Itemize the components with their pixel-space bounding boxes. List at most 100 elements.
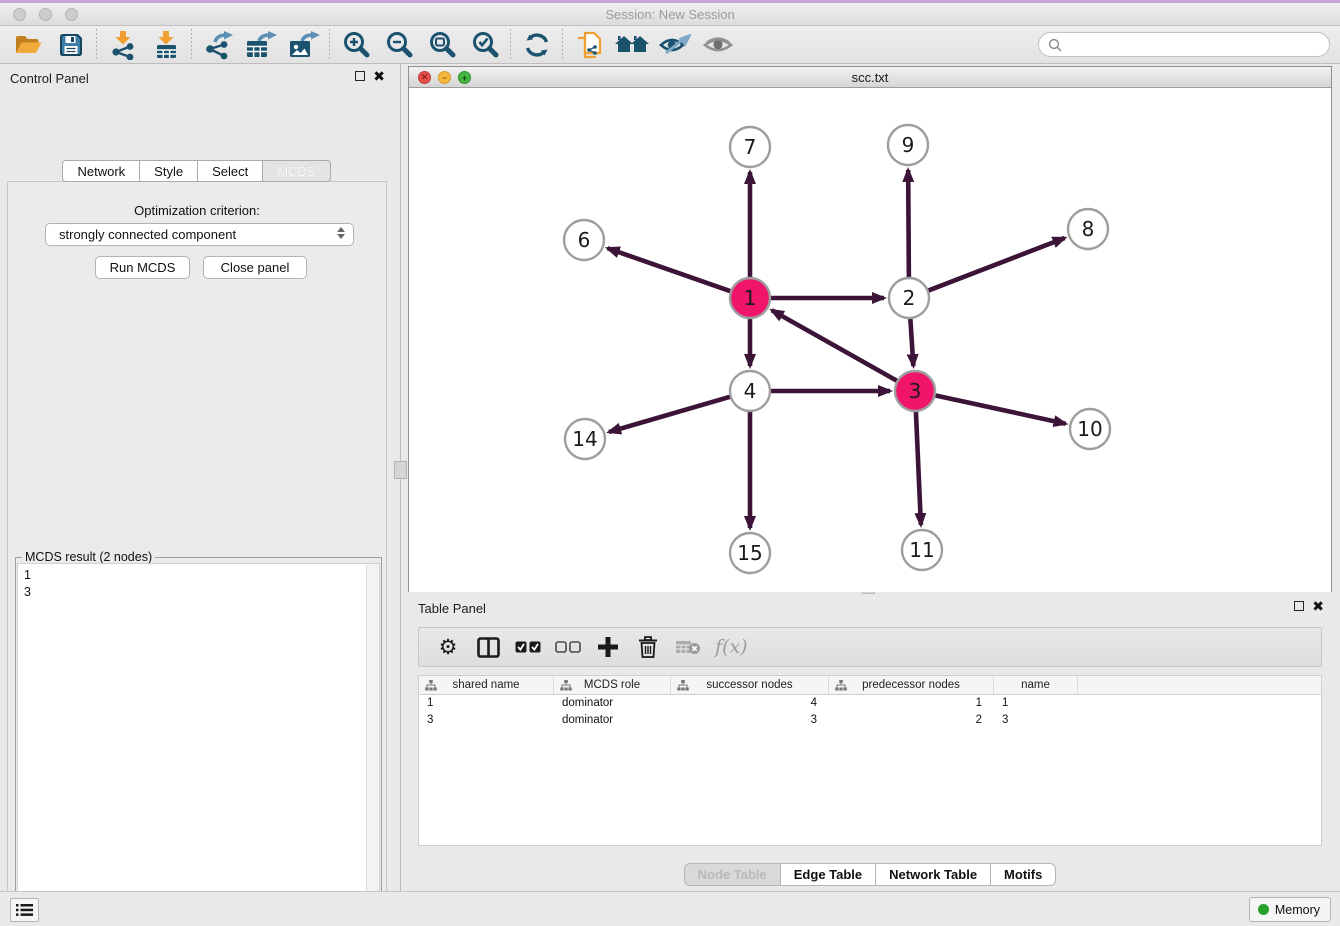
- copy-network-view-icon[interactable]: [567, 27, 610, 63]
- toolbar-separator: [96, 29, 97, 61]
- column-header-predecessor-nodes[interactable]: predecessor nodes: [829, 676, 994, 694]
- svg-text:11: 11: [909, 538, 934, 562]
- tab-style[interactable]: Style: [140, 160, 198, 182]
- table-cell[interactable]: 3: [994, 714, 1078, 726]
- function-builder-icon[interactable]: f(x): [715, 632, 748, 662]
- tab-network-table[interactable]: Network Table: [876, 863, 991, 886]
- graph-edge-3-10[interactable]: [935, 395, 1066, 423]
- import-table-icon[interactable]: [144, 27, 187, 63]
- table-row[interactable]: 3dominator323: [419, 712, 1321, 729]
- tab-network[interactable]: Network: [62, 160, 140, 182]
- run-mcds-button[interactable]: Run MCDS: [95, 256, 190, 279]
- tab-motifs[interactable]: Motifs: [991, 863, 1056, 886]
- float-table-panel-icon[interactable]: [1294, 601, 1304, 611]
- graph-node-4[interactable]: 4: [730, 371, 770, 411]
- search-icon: [1048, 38, 1062, 52]
- hide-graphics-details-icon[interactable]: [653, 27, 696, 63]
- column-header-shared-name[interactable]: shared name: [419, 676, 554, 694]
- graph-node-9[interactable]: 9: [888, 125, 928, 165]
- table-cell[interactable]: dominator: [554, 714, 671, 726]
- column-header-successor-nodes[interactable]: successor nodes: [671, 676, 829, 694]
- deselect-all-checkboxes-icon[interactable]: [555, 632, 581, 662]
- toolbar-separator: [329, 29, 330, 61]
- save-session-icon[interactable]: [49, 27, 92, 63]
- svg-text:10: 10: [1077, 417, 1102, 441]
- graph-edge-2-8[interactable]: [928, 238, 1065, 291]
- home-view-icon[interactable]: [610, 27, 653, 63]
- search-input[interactable]: [1067, 37, 1317, 52]
- memory-button[interactable]: Memory: [1249, 897, 1331, 922]
- zoom-fit-icon[interactable]: [420, 27, 463, 63]
- table-cell[interactable]: 3: [419, 714, 554, 726]
- column-header-name[interactable]: name: [994, 676, 1078, 694]
- table-cell[interactable]: 1: [994, 697, 1078, 709]
- close-table-panel-icon[interactable]: ✖: [1312, 601, 1324, 611]
- svg-text:9: 9: [902, 133, 915, 157]
- tab-edge-table[interactable]: Edge Table: [781, 863, 876, 886]
- table-cell[interactable]: 1: [829, 697, 994, 709]
- table-cell[interactable]: 1: [419, 697, 554, 709]
- zoom-out-icon[interactable]: [377, 27, 420, 63]
- graph-node-2[interactable]: 2: [889, 278, 929, 318]
- export-image-icon[interactable]: [282, 27, 325, 63]
- table-cell[interactable]: 2: [829, 714, 994, 726]
- delete-table-icon[interactable]: [675, 632, 701, 662]
- node-table[interactable]: shared nameMCDS rolesuccessor nodesprede…: [418, 675, 1322, 846]
- toggle-panel-columns-icon[interactable]: [475, 632, 501, 662]
- vertical-splitter-handle[interactable]: [394, 461, 407, 479]
- graph-node-8[interactable]: 8: [1068, 209, 1108, 249]
- graph-node-1[interactable]: 1: [730, 278, 770, 318]
- graph-node-14[interactable]: 14: [565, 419, 605, 459]
- export-table-icon[interactable]: [239, 27, 282, 63]
- float-panel-icon[interactable]: [355, 71, 365, 81]
- zoom-selected-icon[interactable]: [463, 27, 506, 63]
- task-history-button[interactable]: [10, 898, 39, 922]
- table-cell[interactable]: 4: [671, 697, 829, 709]
- graph-edge-3-11[interactable]: [916, 411, 921, 525]
- refresh-view-icon[interactable]: [515, 27, 558, 63]
- zoom-in-icon[interactable]: [334, 27, 377, 63]
- network-window-titlebar[interactable]: ✕ − + scc.txt: [409, 67, 1331, 88]
- open-session-icon[interactable]: [6, 27, 49, 63]
- select-all-checkboxes-icon[interactable]: [515, 632, 541, 662]
- graph-node-6[interactable]: 6: [564, 220, 604, 260]
- graph-node-7[interactable]: 7: [730, 127, 770, 167]
- show-graphics-details-icon[interactable]: [696, 27, 739, 63]
- toolbar-separator: [510, 29, 511, 61]
- result-scrollbar[interactable]: [366, 564, 379, 926]
- search-box[interactable]: [1038, 32, 1330, 57]
- table-row[interactable]: 1dominator411: [419, 695, 1321, 712]
- graph-node-10[interactable]: 10: [1070, 409, 1110, 449]
- node-table-body: 1dominator4113dominator323: [419, 695, 1321, 728]
- graph-edge-2-3[interactable]: [910, 318, 913, 366]
- graph-node-11[interactable]: 11: [902, 530, 942, 570]
- tab-mcds[interactable]: MCDS: [263, 160, 330, 182]
- export-network-icon[interactable]: [196, 27, 239, 63]
- network-window-title: scc.txt: [409, 70, 1331, 85]
- close-panel-icon[interactable]: ✖: [373, 71, 385, 81]
- table-settings-gear-icon[interactable]: ⚙: [435, 632, 461, 662]
- memory-label: Memory: [1275, 903, 1320, 917]
- close-panel-button[interactable]: Close panel: [203, 256, 307, 279]
- criterion-select[interactable]: strongly connected component: [45, 223, 354, 246]
- table-cell[interactable]: 3: [671, 714, 829, 726]
- graph-edge-2-9[interactable]: [908, 170, 909, 278]
- tab-node-table[interactable]: Node Table: [684, 863, 781, 886]
- network-graph[interactable]: 7 9 6 8 1 2 4 3 14 10 15 11: [409, 88, 1331, 592]
- graph-edge-4-14[interactable]: [609, 397, 731, 432]
- svg-text:14: 14: [572, 427, 597, 451]
- graph-edge-1-6[interactable]: [608, 248, 732, 291]
- add-column-icon[interactable]: [595, 632, 621, 662]
- graph-node-15[interactable]: 15: [730, 533, 770, 573]
- graph-node-3[interactable]: 3: [895, 371, 935, 411]
- import-network-icon[interactable]: [101, 27, 144, 63]
- graph-edge-3-1[interactable]: [772, 310, 898, 381]
- delete-column-icon[interactable]: [635, 632, 661, 662]
- tab-select[interactable]: Select: [198, 160, 263, 182]
- table-cell[interactable]: dominator: [554, 697, 671, 709]
- mcds-result-area[interactable]: 1 3: [17, 563, 380, 926]
- control-panel-title: Control Panel: [10, 71, 89, 86]
- main-toolbar: [0, 26, 1340, 64]
- control-panel: Control Panel ✖ NetworkStyleSelectMCDS O…: [0, 64, 393, 891]
- column-header-mcds-role[interactable]: MCDS role: [554, 676, 671, 694]
